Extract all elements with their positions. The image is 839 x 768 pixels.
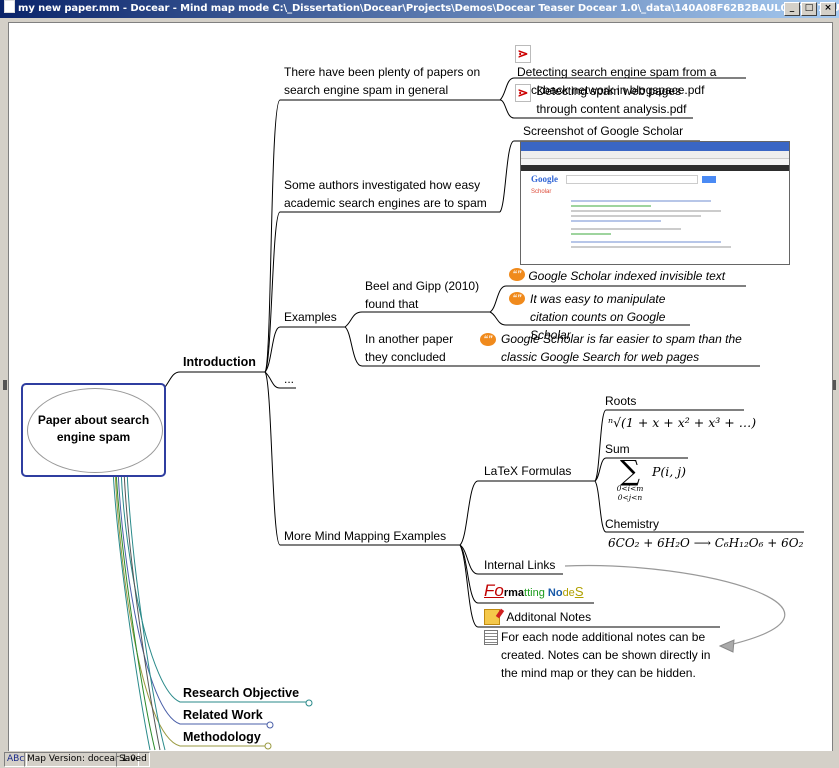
node-quote-1[interactable]: “” Google Scholar indexed invisible text xyxy=(509,267,725,285)
pdf-icon: ⋗ xyxy=(515,45,531,63)
node-latex-formulas[interactable]: LaTeX Formulas xyxy=(484,462,571,480)
screenshot-urlbar xyxy=(521,151,789,159)
screenshot-result-line xyxy=(571,210,721,212)
root-node[interactable]: Paper about search engine spam xyxy=(21,383,166,477)
node-methodology[interactable]: Methodology xyxy=(183,728,261,746)
root-node-label: Paper about search engine spam xyxy=(37,413,150,444)
edit-note-icon xyxy=(484,609,500,625)
formatting-segment: No xyxy=(544,587,563,599)
formatting-segment: S xyxy=(574,584,584,599)
status-bar: ABc Map Version: docear 1.0 Saved xyxy=(0,751,839,768)
node-pdf-2[interactable]: ⋗ Detecting spam web pages through conte… xyxy=(515,82,745,118)
screenshot-result-line xyxy=(571,205,651,207)
node-chemistry-label[interactable]: Chemistry xyxy=(605,515,659,533)
formatting-segment: rma xyxy=(503,587,525,599)
quote-1-label: Google Scholar indexed invisible text xyxy=(528,269,726,283)
node-beel-gipp[interactable]: Beel and Gipp (2010) found that xyxy=(365,277,490,313)
fold-circle-related-work xyxy=(266,721,274,729)
screenshot-google-logo: Google xyxy=(521,171,789,187)
notes-icon xyxy=(484,630,498,645)
node-ellipsis[interactable]: ... xyxy=(284,370,294,388)
additional-notes-label: Additonal Notes xyxy=(506,610,592,624)
pdf-icon: ⋗ xyxy=(515,84,531,102)
fold-circle-research-objective xyxy=(305,699,313,707)
sum-subscript-1: 0<i<m xyxy=(616,484,644,493)
node-formatting-nodes[interactable]: Formatting NodeS xyxy=(484,582,583,602)
node-plenty-papers[interactable]: There have been plenty of papers on sear… xyxy=(284,63,499,99)
sum-formula: ∑ 0<i<m 0<j<n P(i, j) xyxy=(612,454,686,503)
node-internal-links[interactable]: Internal Links xyxy=(484,556,555,574)
screenshot-result-line xyxy=(571,200,711,202)
screenshot-result-line xyxy=(571,241,721,243)
node-authors-investigated[interactable]: Some authors investigated how easy acade… xyxy=(284,176,499,212)
node-research-objective[interactable]: Research Objective xyxy=(183,684,299,702)
screenshot-result-line xyxy=(571,246,731,248)
screenshot-tabbar xyxy=(521,142,789,151)
screenshot-result-line xyxy=(571,233,611,235)
node-screenshot-label[interactable]: Screenshot of Google Scholar xyxy=(523,122,683,140)
formatting-segment: Fo xyxy=(484,581,504,600)
node-notes-text[interactable]: For each node additional notes can be cr… xyxy=(484,628,724,682)
pdf-2-label: Detecting spam web pages through content… xyxy=(536,84,687,116)
formatting-segment: tting xyxy=(524,587,545,599)
node-examples[interactable]: Examples xyxy=(284,308,337,326)
node-related-work[interactable]: Related Work xyxy=(183,706,263,724)
node-more-examples[interactable]: More Mind Mapping Examples xyxy=(284,527,446,545)
node-quote-3[interactable]: “” Google Scholar is far easier to spam … xyxy=(480,330,752,366)
fold-circle-methodology xyxy=(264,742,272,750)
roots-formula: ⁿ√(1 + x + x² + x³ + …) xyxy=(608,415,757,430)
edge-root-hidden-1 xyxy=(112,469,151,751)
formatting-segment: de xyxy=(562,587,575,599)
screenshot-scholar-label: Scholar xyxy=(531,189,552,195)
edge-intro-more xyxy=(264,371,460,546)
saved-status: Saved xyxy=(116,752,150,767)
node-introduction[interactable]: Introduction xyxy=(183,353,256,371)
edge-root-introduction xyxy=(157,371,265,396)
quote-icon: “” xyxy=(509,292,525,305)
google-scholar-screenshot[interactable]: Google Scholar xyxy=(520,141,790,265)
node-roots-label[interactable]: Roots xyxy=(605,392,636,410)
edge-examples-beel xyxy=(344,311,490,328)
screenshot-result-line xyxy=(571,228,681,230)
screenshot-result-line xyxy=(571,215,701,217)
sum-symbol: ∑ xyxy=(620,454,640,487)
screenshot-result-line xyxy=(571,220,661,222)
node-another-paper[interactable]: In another paper they concluded xyxy=(365,330,465,366)
quote-icon: “” xyxy=(509,268,525,281)
quote-icon: “” xyxy=(480,333,496,346)
sum-term: P(i, j) xyxy=(651,464,686,479)
edge-more-latex xyxy=(459,480,595,546)
node-additional-notes[interactable]: Additonal Notes xyxy=(484,608,591,626)
quote-3-label: Google Scholar is far easier to spam tha… xyxy=(501,332,742,364)
notes-text: For each node additional notes can be cr… xyxy=(501,630,711,680)
edge-root-hidden-2 xyxy=(115,469,156,751)
chemistry-formula: 6CO₂ + 6H₂O ⟶ C₆H₁₂O₆ + 6O₂ xyxy=(608,536,804,550)
edge-intro-examples xyxy=(264,326,345,373)
sum-subscript-2: 0<j<n xyxy=(617,493,643,502)
